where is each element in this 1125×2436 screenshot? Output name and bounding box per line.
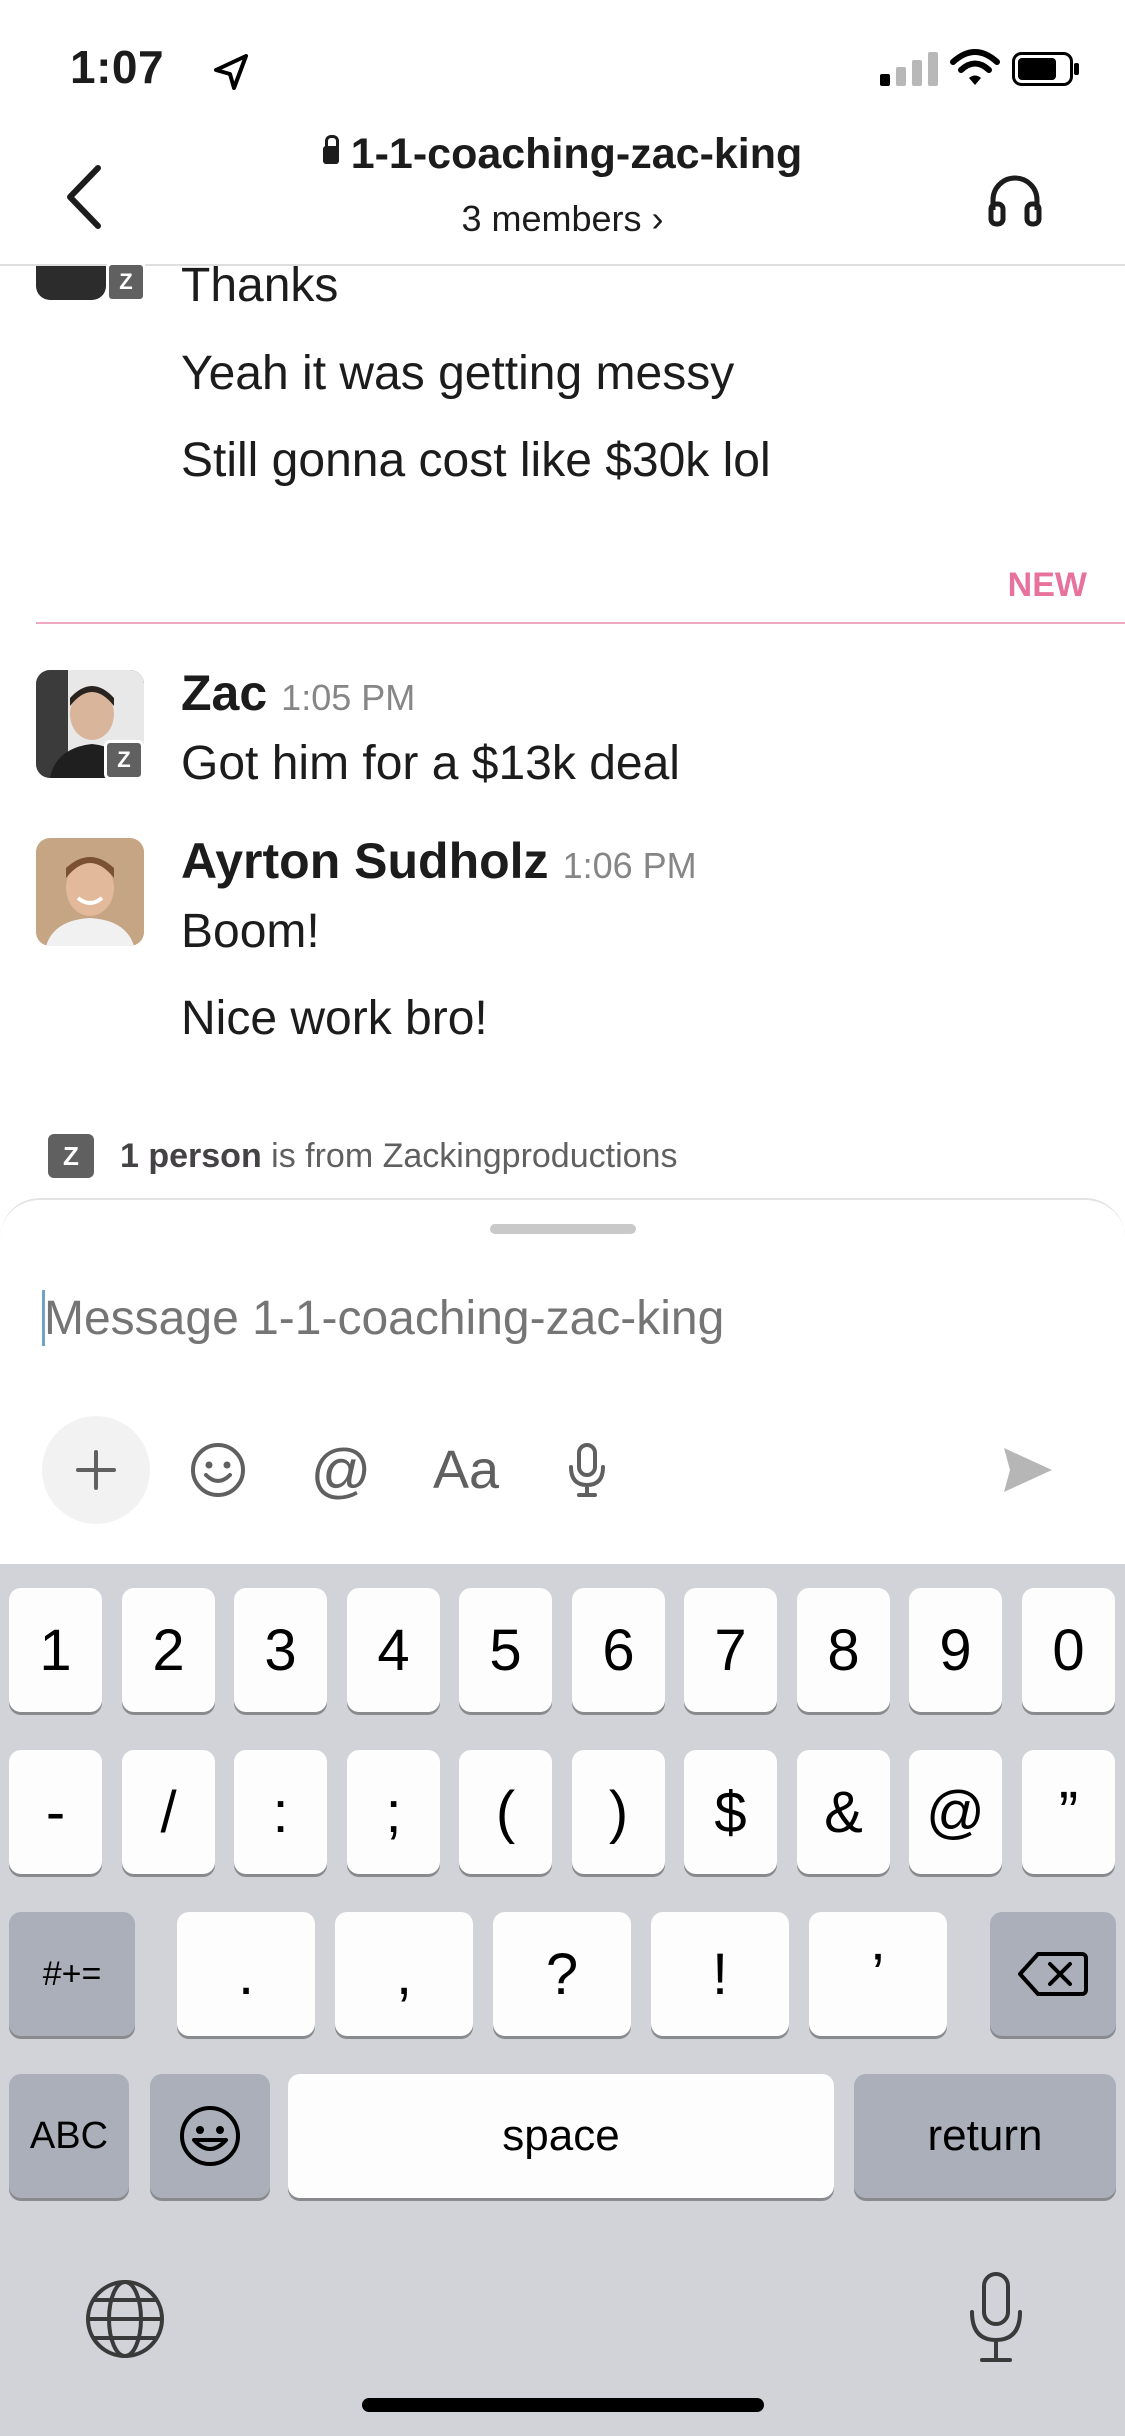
key[interactable]: 4 — [347, 1588, 440, 1712]
key[interactable]: : — [234, 1750, 327, 1874]
emoji-button[interactable] — [186, 1420, 250, 1520]
message-header: Ayrton Sudholz 1:06 PM — [181, 832, 697, 890]
message-time[interactable]: 1:05 PM — [281, 677, 415, 719]
external-count: 1 person — [120, 1136, 262, 1175]
key[interactable]: / — [122, 1750, 215, 1874]
voice-clip-button[interactable] — [562, 1420, 612, 1520]
wifi-icon — [950, 49, 1000, 85]
person-photo-icon — [36, 838, 144, 946]
key[interactable]: ’ — [809, 1912, 947, 2036]
key[interactable]: ” — [1022, 1750, 1115, 1874]
message-text: Nice work bro! — [181, 992, 488, 1045]
send-arrow-icon — [1004, 1448, 1052, 1492]
avatar-ayrton[interactable] — [36, 838, 144, 946]
key[interactable]: ) — [572, 1750, 665, 1874]
microphone-icon — [569, 1443, 605, 1497]
dictation-microphone-icon[interactable] — [966, 2270, 1026, 2366]
battery-icon — [1012, 52, 1079, 86]
key[interactable]: $ — [684, 1750, 777, 1874]
key[interactable]: 0 — [1022, 1588, 1115, 1712]
sender-name[interactable]: Ayrton Sudholz — [181, 832, 549, 890]
message-text: Yeah it was getting messy — [181, 347, 735, 400]
key[interactable]: ; — [347, 1750, 440, 1874]
send-button[interactable] — [996, 1420, 1060, 1520]
key[interactable]: - — [9, 1750, 102, 1874]
key[interactable]: 6 — [572, 1588, 665, 1712]
external-text: is from Zackingproductions — [261, 1136, 678, 1175]
delete-key[interactable] — [990, 1912, 1116, 2036]
channel-title[interactable]: 1-1-coaching-zac-king — [0, 130, 1125, 179]
avatar-cropped — [36, 266, 106, 300]
globe-icon[interactable] — [84, 2278, 166, 2360]
key[interactable]: 8 — [797, 1588, 890, 1712]
members-link[interactable]: 3 members › — [0, 198, 1125, 240]
message-text: Still gonna cost like $30k lol — [181, 434, 771, 487]
space-key[interactable]: space — [288, 2074, 834, 2198]
key[interactable]: 9 — [909, 1588, 1002, 1712]
mention-button[interactable]: @ — [306, 1420, 376, 1520]
channel-name: 1-1-coaching-zac-king — [350, 130, 803, 178]
composer-drag-handle[interactable] — [490, 1224, 636, 1234]
message-text: Boom! — [181, 905, 320, 958]
backspace-icon — [1018, 1952, 1088, 1996]
return-key[interactable]: return — [854, 2074, 1116, 2198]
plus-icon — [76, 1450, 116, 1490]
message-header: Zac 1:05 PM — [181, 664, 415, 722]
key[interactable]: 3 — [234, 1588, 327, 1712]
key[interactable]: . — [177, 1912, 315, 2036]
emoji-key[interactable] — [150, 2074, 270, 2198]
new-messages-divider — [36, 622, 1125, 624]
keyboard: 1 2 3 4 5 6 7 8 9 0 - / : ; ( ) $ & @ ” … — [0, 1564, 1125, 2436]
symbols-key[interactable]: #+= — [9, 1912, 135, 2036]
lock-icon — [322, 135, 339, 164]
new-messages-label: NEW — [1007, 566, 1087, 604]
key[interactable]: ( — [459, 1750, 552, 1874]
org-badge: Z — [48, 1134, 94, 1178]
add-attachment-button[interactable] — [42, 1416, 150, 1524]
key[interactable]: , — [335, 1912, 473, 2036]
smiley-icon — [191, 1443, 245, 1497]
emoji-smiley-icon — [180, 2106, 240, 2166]
key[interactable]: ! — [651, 1912, 789, 2036]
org-badge: Z — [106, 262, 146, 302]
abc-key[interactable]: ABC — [9, 2074, 129, 2198]
key[interactable]: 7 — [684, 1588, 777, 1712]
message-text: Thanks — [181, 259, 339, 312]
cellular-signal-icon — [880, 52, 938, 86]
sender-name[interactable]: Zac — [181, 664, 267, 722]
key[interactable]: ? — [493, 1912, 631, 2036]
headphones-icon[interactable] — [985, 170, 1045, 230]
header-divider — [0, 264, 1125, 266]
message-input[interactable] — [42, 1282, 1046, 1354]
key[interactable]: & — [797, 1750, 890, 1874]
home-indicator[interactable] — [362, 2398, 764, 2412]
key[interactable]: 1 — [9, 1588, 102, 1712]
message-time[interactable]: 1:06 PM — [563, 845, 697, 887]
key[interactable]: 2 — [122, 1588, 215, 1712]
location-arrow-icon — [214, 54, 248, 90]
key[interactable]: @ — [909, 1750, 1002, 1874]
org-badge: Z — [104, 740, 144, 780]
message-text: Got him for a $13k deal — [181, 737, 680, 790]
status-time: 1:07 — [70, 41, 165, 93]
external-members-notice[interactable]: Z 1 person is from Zackingproductions — [48, 1134, 677, 1178]
key[interactable]: 5 — [459, 1588, 552, 1712]
format-text-button[interactable]: Aa — [428, 1420, 504, 1520]
